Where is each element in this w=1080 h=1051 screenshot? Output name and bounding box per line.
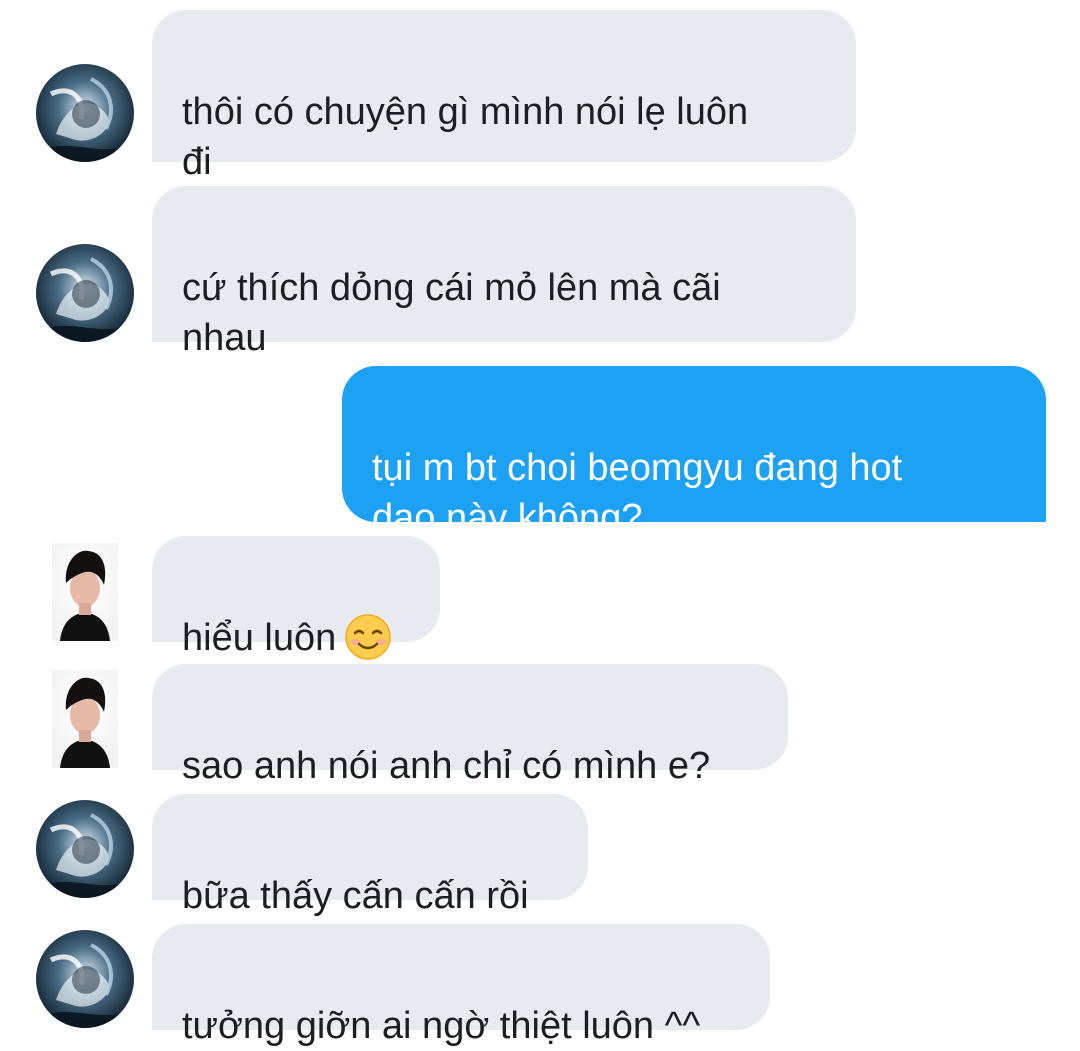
message-bubble-incoming[interactable]: hiểu luôn [152,536,440,660]
message-bubble-incoming[interactable]: thôi có chuyện gì mình nói lẹ luôn đi [152,10,856,183]
message-text: tưởng giỡn ai ngờ thiệt luôn ^^ [182,1005,701,1047]
message-text: tụi m bt choi beomgyu đang hot dạo này k… [372,447,903,539]
smoke-portrait-avatar[interactable] [36,244,134,342]
message-bubble-incoming[interactable]: bữa thấy cấn cấn rồi [152,794,588,917]
dark-haired-person-avatar[interactable] [52,543,118,641]
message-text: bữa thấy cấn cấn rồi [182,875,529,917]
message-bubble-incoming[interactable]: sao anh nói anh chỉ có mình e? [152,664,788,787]
dark-haired-person-avatar[interactable] [52,670,118,768]
message-text: cứ thích dỏng cái mỏ lên mà cãi nhau [182,267,721,359]
smoke-portrait-avatar[interactable] [36,64,134,162]
message-bubble-incoming[interactable]: cứ thích dỏng cái mỏ lên mà cãi nhau [152,186,856,359]
smoke-portrait-avatar[interactable] [36,800,134,898]
message-bubble-outgoing[interactable]: tụi m bt choi beomgyu đang hot dạo này k… [342,366,1046,539]
smiling-face-emoji [344,613,392,661]
smoke-portrait-avatar[interactable] [36,930,134,1028]
message-text: hiểu luôn [182,617,337,659]
message-bubble-incoming[interactable]: tưởng giỡn ai ngờ thiệt luôn ^^ [152,924,770,1047]
message-text: sao anh nói anh chỉ có mình e? [182,745,711,787]
message-text: thôi có chuyện gì mình nói lẹ luôn đi [182,91,749,183]
